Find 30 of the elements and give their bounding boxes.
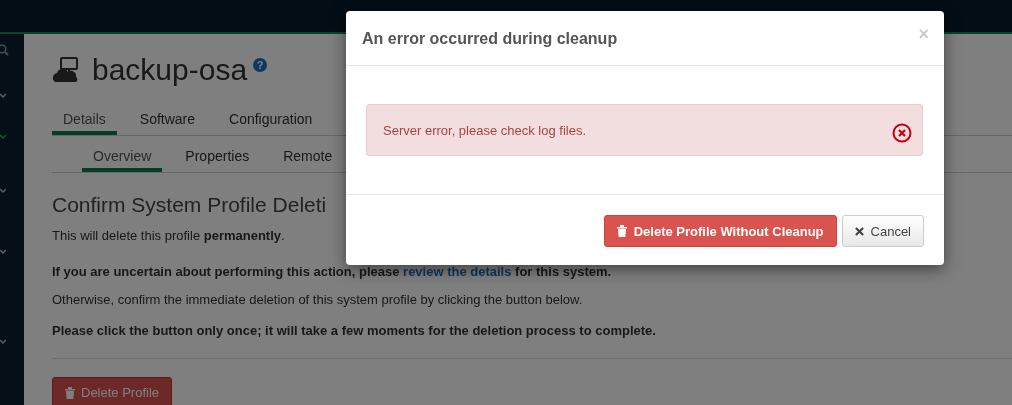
tab[interactable]: Configuration bbox=[218, 107, 324, 135]
tab[interactable]: Remote bbox=[272, 144, 344, 172]
paragraph: Otherwise, confirm the immediate deletion of this system profile by clicking the button below. bbox=[52, 291, 583, 309]
dialog-title: An error occurred during cleanup bbox=[362, 30, 618, 48]
close-icon bbox=[854, 226, 864, 236]
chevron-icon[interactable] bbox=[0, 93, 6, 99]
delete-profile-button[interactable]: Delete Profile bbox=[52, 377, 173, 405]
details-link[interactable]: review the details bbox=[403, 264, 512, 279]
search-icon[interactable] bbox=[0, 44, 9, 56]
trash-icon bbox=[616, 225, 627, 237]
error-message: Server error, please check log files. bbox=[383, 122, 587, 138]
paragraph: Please click the button only once; it will take a few moments for the deletion process to complete. bbox=[52, 322, 656, 340]
chevron-icon[interactable] bbox=[0, 134, 6, 140]
chevron-icon[interactable] bbox=[0, 339, 6, 345]
cancel-button[interactable]: Cancel bbox=[841, 215, 924, 247]
paragraph: This will delete this profile permanently. bbox=[52, 227, 285, 245]
system-name: backup-osa bbox=[92, 53, 248, 87]
page-heading: Confirm System Profile Deleti bbox=[52, 193, 327, 217]
computer-cloud-icon bbox=[52, 57, 80, 83]
chevron-icon[interactable] bbox=[0, 188, 6, 194]
chevron-icon[interactable] bbox=[0, 249, 6, 255]
tab[interactable]: Software bbox=[128, 107, 207, 135]
help-icon[interactable]: ? bbox=[253, 58, 268, 72]
trash-icon bbox=[65, 386, 75, 399]
error-icon bbox=[892, 123, 912, 143]
tab[interactable]: Overview bbox=[82, 144, 163, 172]
tab[interactable]: Details bbox=[52, 107, 117, 135]
tab[interactable]: Properties bbox=[174, 144, 261, 172]
delete-without-cleanup-button[interactable]: Delete Profile Without Cleanup bbox=[603, 215, 837, 247]
paragraph: If you are uncertain about performing this action, please review the details for this system. bbox=[52, 263, 612, 281]
